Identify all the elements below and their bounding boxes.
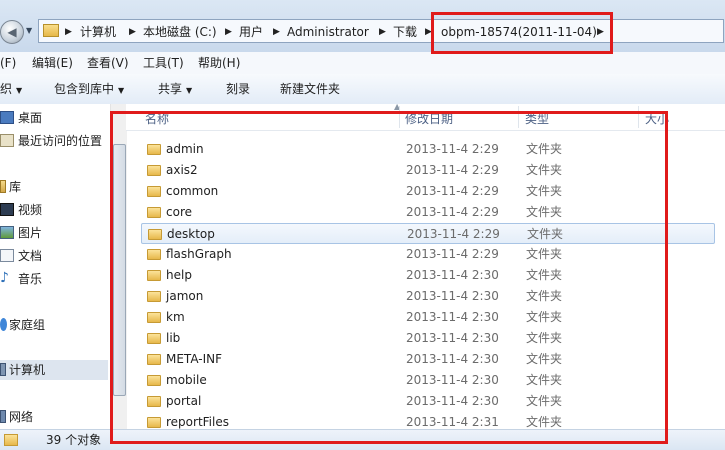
item-count: 39 个对象	[46, 433, 102, 447]
share-button[interactable]: 共享 ▼	[158, 81, 192, 99]
share-label: 共享	[158, 82, 183, 96]
menu-help[interactable]: 帮助(H)	[198, 55, 240, 71]
highlight-box-address	[431, 12, 613, 54]
homegroup-icon	[0, 318, 7, 331]
video-icon	[0, 203, 14, 216]
nav-item-label: 图片	[18, 226, 43, 240]
breadcrumb-separator-icon[interactable]: ▶	[225, 24, 232, 40]
recent-places-icon	[0, 134, 14, 147]
breadcrumb-local-disk[interactable]: 本地磁盘 (C:)	[143, 24, 217, 40]
breadcrumb-separator-icon[interactable]: ▶	[129, 24, 136, 40]
nav-item-label: 最近访问的位置	[18, 134, 103, 148]
pictures-icon	[0, 226, 14, 239]
back-icon[interactable]: ◀	[0, 20, 24, 44]
nav-item-label: 文档	[18, 249, 43, 263]
nav-item-label: 音乐	[18, 272, 43, 286]
navigation-pane: 桌面 最近访问的位置 库 视频 图片 文档 ♪ 音乐 家庭组 计算机 网络	[0, 104, 111, 429]
folder-icon	[43, 24, 59, 37]
nav-item-label: 库	[9, 180, 22, 194]
computer-icon	[0, 363, 6, 376]
menu-edit[interactable]: 编辑(E)	[32, 55, 73, 71]
burn-button[interactable]: 刻录	[226, 81, 250, 97]
menu-view[interactable]: 查看(V)	[87, 55, 129, 71]
organize-label: 织	[0, 82, 13, 96]
address-bar: ◀ ▼ ▶ 计算机 ▶ 本地磁盘 (C:) ▶ 用户 ▶ Administrat…	[0, 0, 725, 52]
nav-item-label: 视频	[18, 203, 43, 217]
breadcrumb-downloads[interactable]: 下载	[393, 24, 417, 40]
chevron-down-icon: ▼	[186, 86, 193, 95]
menu-bar: (F) 编辑(E) 查看(V) 工具(T) 帮助(H)	[0, 52, 725, 75]
chevron-down-icon: ▼	[118, 86, 125, 95]
chevron-down-icon[interactable]: ▼	[26, 26, 32, 35]
menu-tools[interactable]: 工具(T)	[143, 55, 184, 71]
network-icon	[0, 410, 6, 423]
chevron-down-icon: ▼	[16, 86, 23, 95]
new-folder-button[interactable]: 新建文件夹	[280, 81, 340, 97]
folder-icon	[4, 434, 18, 446]
breadcrumb-separator-icon[interactable]: ▶	[379, 24, 386, 40]
nav-item-label: 家庭组	[9, 318, 46, 332]
include-label: 包含到库中	[54, 82, 115, 96]
breadcrumb-separator-icon[interactable]: ▶	[65, 24, 72, 40]
nav-item-label: 桌面	[18, 111, 43, 125]
nav-item-label: 计算机	[9, 363, 46, 377]
command-bar: 织 ▼ 包含到库中 ▼ 共享 ▼ 刻录 新建文件夹	[0, 74, 725, 105]
desktop-icon	[0, 111, 14, 124]
music-icon: ♪	[0, 270, 9, 286]
breadcrumb-computer[interactable]: 计算机	[80, 24, 116, 40]
include-in-library-button[interactable]: 包含到库中 ▼	[54, 81, 124, 99]
breadcrumb[interactable]: ▶ 计算机 ▶ 本地磁盘 (C:) ▶ 用户 ▶ Administrator ▶…	[38, 19, 724, 43]
nav-item-computer[interactable]: 计算机	[0, 360, 108, 380]
highlight-box-file-list	[110, 111, 668, 444]
nav-item-label: 网络	[9, 410, 34, 424]
organize-button[interactable]: 织 ▼	[0, 81, 22, 99]
menu-file[interactable]: (F)	[0, 55, 16, 71]
library-icon	[0, 180, 6, 193]
breadcrumb-administrator[interactable]: Administrator	[287, 24, 369, 40]
documents-icon	[0, 249, 14, 262]
breadcrumb-users[interactable]: 用户	[239, 24, 263, 40]
breadcrumb-separator-icon[interactable]: ▶	[273, 24, 280, 40]
